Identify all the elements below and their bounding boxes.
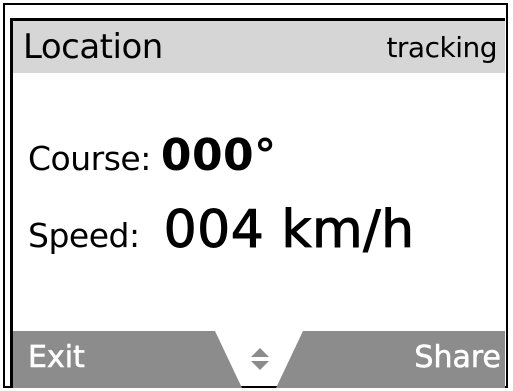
status-text: tracking (386, 31, 497, 64)
course-row: Course: 000° (28, 130, 277, 181)
course-label: Course: (28, 139, 151, 178)
title-bar: Location tracking (13, 21, 505, 73)
speed-value: 004 km/h (163, 200, 415, 261)
device-screen: Location tracking Course: 000° Speed: 004 … (0, 0, 513, 391)
speed-row: Speed: 004 km/h (28, 200, 415, 261)
share-softkey[interactable]: Share (414, 340, 501, 376)
speed-label: Speed: (28, 216, 140, 255)
screen-title: Location (23, 27, 163, 67)
course-value: 000° (160, 130, 277, 181)
exit-softkey[interactable]: Exit (28, 340, 85, 376)
up-down-navigation-icon[interactable] (249, 346, 271, 372)
